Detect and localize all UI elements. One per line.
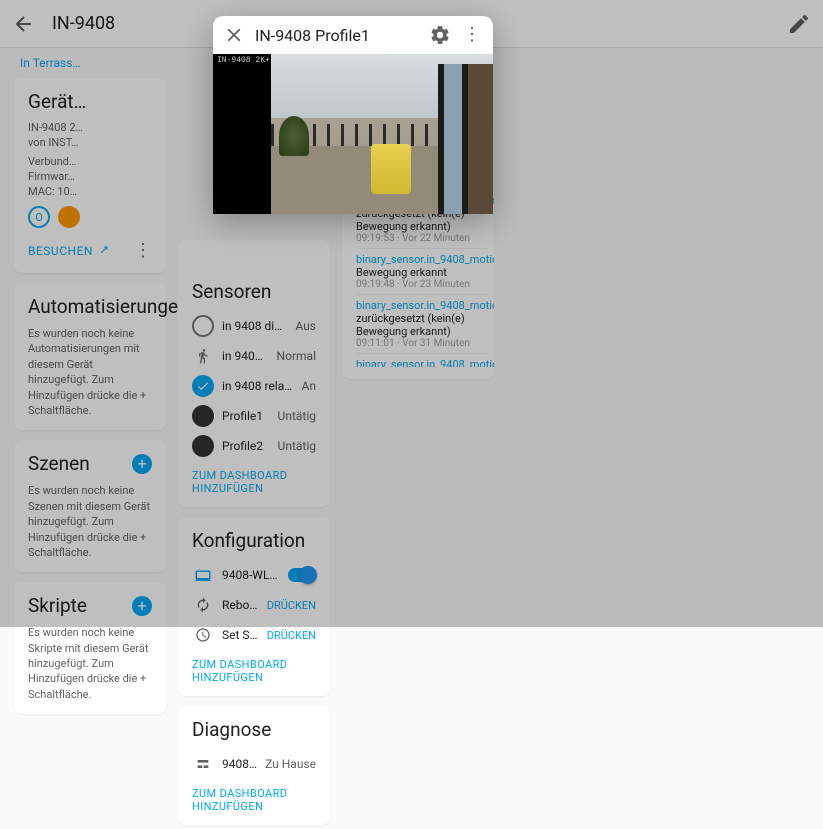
close-button[interactable]: [223, 24, 245, 46]
scripts-text: Es wurden noch keine Skripte mit diesem …: [28, 625, 152, 702]
diagnose-card: Diagnose 9408-WLAN-10D1DC22… Zu Hause ZU…: [178, 706, 330, 825]
settings-icon[interactable]: [429, 24, 451, 46]
camera-stream[interactable]: IN-9408 2K+ 2024-05-29 09:42:02: [213, 54, 493, 214]
diagnose-title: Diagnose: [192, 718, 316, 741]
camera-label: IN-9408 2K+: [217, 56, 270, 65]
more-icon[interactable]: ⋮: [461, 24, 483, 46]
add-to-dashboard-link[interactable]: ZUM DASHBOARD HINZUFÜGEN: [192, 787, 316, 813]
add-to-dashboard-link[interactable]: ZUM DASHBOARD HINZUFÜGEN: [192, 658, 316, 684]
modal-title: IN-9408 Profile1: [255, 26, 419, 45]
lan-icon: [192, 753, 214, 775]
diagnose-row[interactable]: 9408-WLAN-10D1DC22… Zu Hause: [192, 749, 316, 779]
set-date-button[interactable]: DRÜCKEN: [267, 629, 316, 642]
clock-icon: [192, 624, 214, 646]
camera-modal: IN-9408 Profile1 ⋮ IN-9408 2K+ 2024-05-2…: [213, 16, 493, 214]
